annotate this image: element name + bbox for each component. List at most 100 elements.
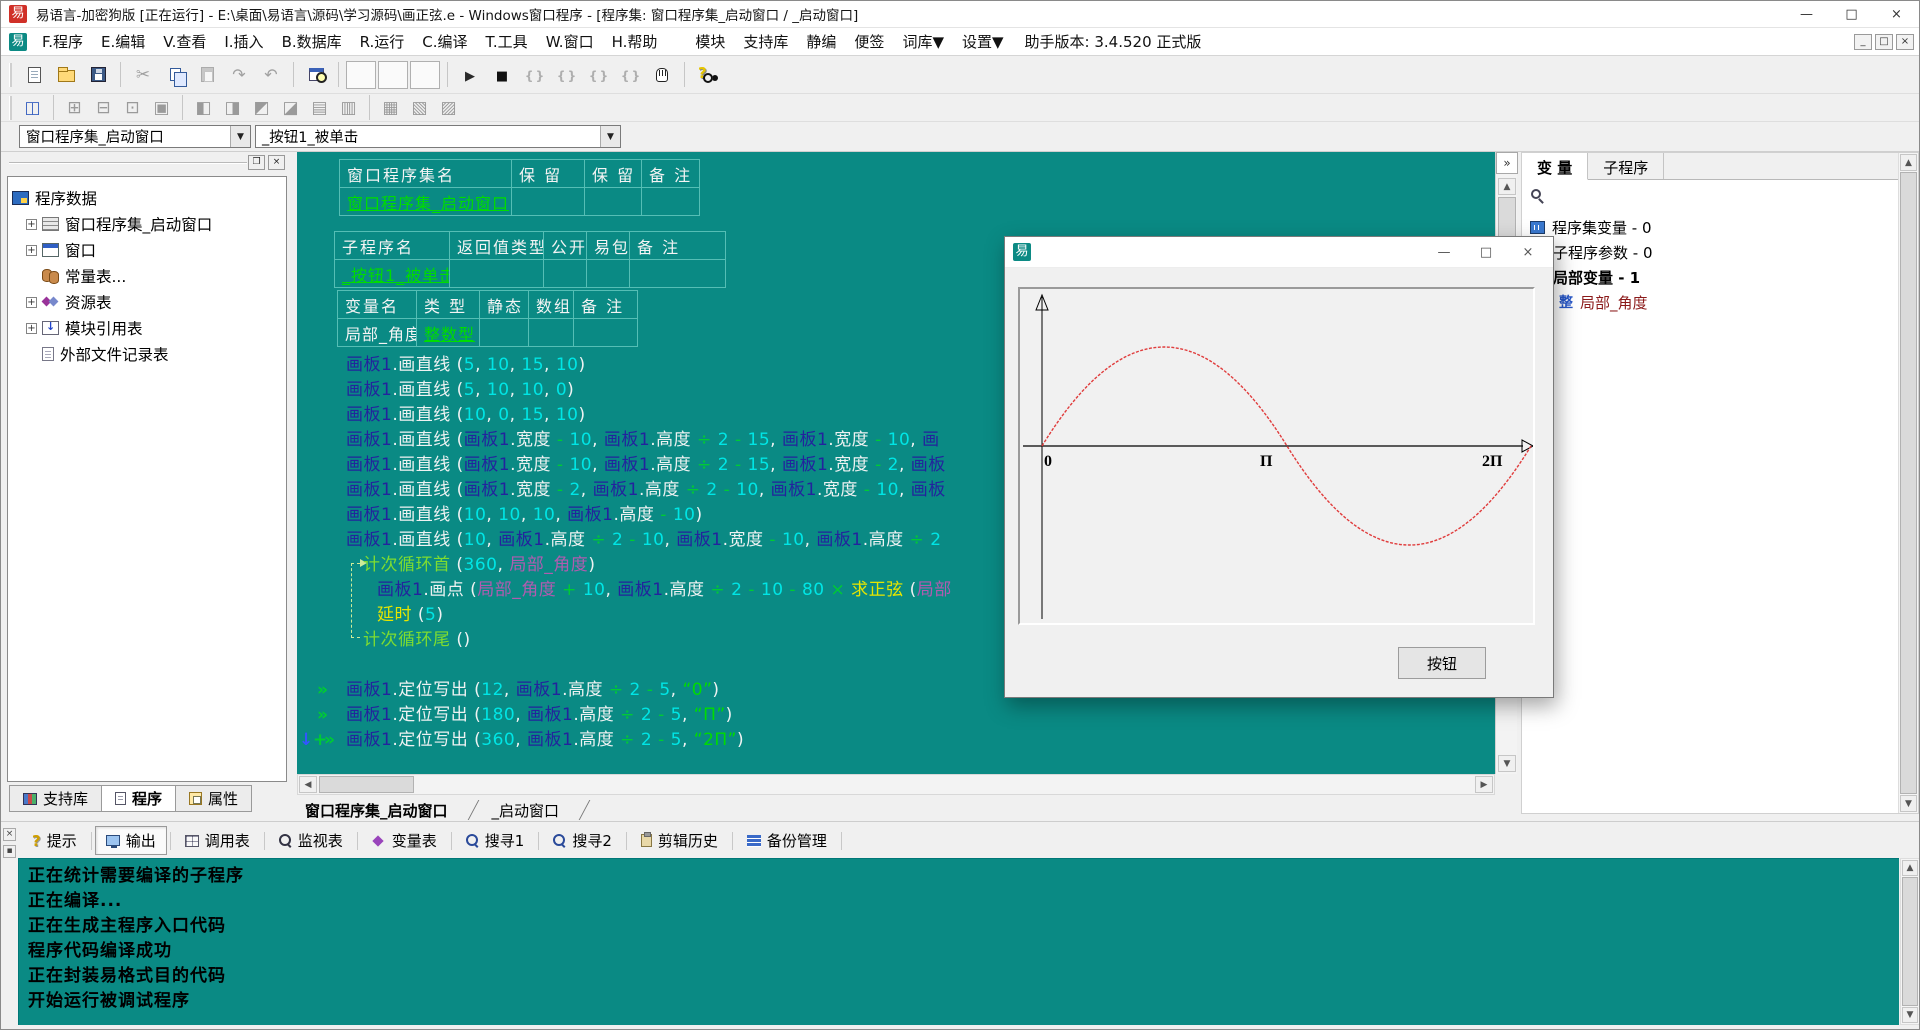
tree-root[interactable]: 程序数据 xyxy=(12,185,282,211)
menu-item-11[interactable]: 支持库 xyxy=(734,31,797,52)
expander-icon[interactable]: + xyxy=(26,297,37,308)
table-cell[interactable] xyxy=(585,188,642,215)
expander-icon[interactable]: + xyxy=(26,245,37,256)
program-data-tree[interactable]: 程序数据+窗口程序集_启动窗口+窗口常量表...+资源表+模块引用表外部文件记录… xyxy=(7,176,287,782)
code-line-10[interactable]: 画板1.画点 (局部_角度 + 10, 画板1.高度 ÷ 2 - 10 - 80… xyxy=(377,579,952,601)
dock-pin-button[interactable]: ▪ xyxy=(3,845,16,858)
table-cell[interactable]: 局部_角度 xyxy=(338,319,417,346)
tree-item-0[interactable]: +窗口程序集_启动窗口 xyxy=(12,211,282,237)
table-cell[interactable] xyxy=(529,319,574,346)
panel-grip[interactable] xyxy=(9,162,247,164)
help-search-button[interactable] xyxy=(692,60,722,90)
menu-item-8[interactable]: W.窗口 xyxy=(537,31,603,52)
mdi-close-button[interactable]: × xyxy=(1896,34,1914,50)
restore-button[interactable]: □ xyxy=(1829,1,1874,28)
chevron-down-icon[interactable]: ▼ xyxy=(230,126,250,147)
right-tab-0[interactable]: 变 量 xyxy=(1522,153,1588,180)
panel-float-button[interactable]: ❒ xyxy=(248,155,265,170)
scroll-down-button[interactable]: ▼ xyxy=(1498,755,1516,772)
toolbar-drag-handle[interactable] xyxy=(9,63,12,87)
table-cell[interactable] xyxy=(512,188,585,215)
layout-left-button[interactable] xyxy=(346,61,376,89)
minimize-button[interactable]: — xyxy=(1784,1,1829,28)
pause-button[interactable] xyxy=(647,60,677,90)
run-button[interactable] xyxy=(455,60,485,90)
scroll-down-button[interactable]: ▼ xyxy=(1900,795,1917,812)
subroutine-combobox[interactable]: _按钮1_被单击 ▼ xyxy=(255,125,621,148)
menu-item-10[interactable]: 模块 xyxy=(686,31,734,52)
code-line-5[interactable]: 画板1.画直线 (画板1.宽度 - 10, 画板1.高度 ÷ 2 - 15, 画… xyxy=(346,454,946,476)
layout-bottom-button[interactable] xyxy=(378,61,408,89)
open-file-button[interactable] xyxy=(51,60,81,90)
right-tab-1[interactable]: 子程序 xyxy=(1588,153,1664,179)
tree-item-1[interactable]: +窗口 xyxy=(12,237,282,263)
code-line-7[interactable]: 画板1.画直线 (10, 10, 10, 画板1.高度 - 10) xyxy=(346,504,703,526)
program-minimize-button[interactable]: — xyxy=(1423,237,1465,268)
left-tab-0[interactable]: 支持库 xyxy=(9,785,102,812)
search-icon[interactable] xyxy=(1531,189,1545,203)
table-cell[interactable] xyxy=(480,319,529,346)
scroll-left-button[interactable]: ◀ xyxy=(299,776,317,793)
table-cell[interactable] xyxy=(630,260,725,287)
scroll-right-button[interactable]: ▶ xyxy=(1475,776,1493,793)
code-line-4[interactable]: 画板1.画直线 (画板1.宽度 - 10, 画板1.高度 ÷ 2 - 15, 画… xyxy=(346,429,940,451)
code-line-9[interactable]: 计次循环首 (360, 局部_角度) xyxy=(363,554,595,576)
menu-item-2[interactable]: V.查看 xyxy=(154,31,215,52)
dock-tab-监视表[interactable]: 监视表 xyxy=(268,826,354,855)
menu-item-12[interactable]: 静编 xyxy=(797,31,845,52)
code-line-13[interactable]: 画板1.定位写出 (12, 画板1.高度 ÷ 2 - 5, “0”) xyxy=(346,679,720,701)
variable-item-0[interactable]: 程序集变量 - 0 xyxy=(1530,215,1894,240)
code-line-6[interactable]: 画板1.画直线 (画板1.宽度 - 2, 画板1.高度 ÷ 2 - 10, 画板… xyxy=(346,479,946,501)
scroll-up-button[interactable]: ▲ xyxy=(1498,178,1516,195)
menu-item-6[interactable]: C.编译 xyxy=(413,31,476,52)
menu-item-14[interactable]: 词库▼ xyxy=(893,31,953,52)
window-assembly-combobox[interactable]: 窗口程序集_启动窗口 ▼ xyxy=(19,125,251,148)
running-program-window[interactable]: 易 —□× 0 Π 2Π 按钮 xyxy=(1004,236,1554,698)
table-cell[interactable]: 整数型 xyxy=(417,319,480,346)
tree-item-2[interactable]: 常量表... xyxy=(12,263,282,289)
mdi-restore-button[interactable]: □ xyxy=(1875,34,1893,50)
stop-button[interactable] xyxy=(487,60,517,90)
dock-tab-备份管理[interactable]: 备份管理 xyxy=(736,826,838,855)
mdi-minimize-button[interactable]: _ xyxy=(1854,34,1872,50)
dock-tab-搜寻2[interactable]: 搜寻2 xyxy=(542,826,623,855)
table-cell[interactable] xyxy=(544,260,587,287)
output-scrollbar[interactable]: ▲ ▼ xyxy=(1900,858,1920,1025)
table-cell[interactable]: 窗口程序集_启动窗口 xyxy=(340,188,512,215)
menu-item-4[interactable]: B.数据库 xyxy=(273,31,351,52)
compiler-output[interactable]: 正在统计需要编译的子程序正在编译...正在生成主程序入口代码程序代码编译成功正在… xyxy=(18,858,1899,1025)
close-button[interactable]: × xyxy=(1874,1,1919,28)
program-button[interactable]: 按钮 xyxy=(1398,647,1486,679)
expander-icon[interactable]: + xyxy=(26,323,37,334)
edit-window-button[interactable]: ◫ xyxy=(19,96,46,120)
scroll-down-button[interactable]: ▼ xyxy=(1902,1007,1918,1023)
editor-horizontal-scrollbar[interactable]: ◀ ▶ xyxy=(297,774,1495,795)
new-file-button[interactable] xyxy=(19,60,49,90)
tree-item-3[interactable]: +资源表 xyxy=(12,289,282,315)
table-cell[interactable] xyxy=(574,319,637,346)
variable-item-1[interactable]: 子程序参数 - 0 xyxy=(1530,240,1894,265)
program-window-title-bar[interactable]: 易 —□× xyxy=(1005,237,1553,268)
menu-item-5[interactable]: R.运行 xyxy=(351,31,414,52)
table-cell[interactable] xyxy=(587,260,630,287)
table-cell[interactable]: _按钮1_被单击 xyxy=(335,260,450,287)
expander-icon[interactable]: + xyxy=(26,219,37,230)
code-line-12[interactable]: 计次循环尾 () xyxy=(363,629,471,651)
menu-item-1[interactable]: E.编辑 xyxy=(92,31,154,52)
code-line-1[interactable]: 画板1.画直线 (5, 10, 15, 10) xyxy=(346,354,586,376)
tree-item-4[interactable]: +模块引用表 xyxy=(12,315,282,341)
dock-tab-变量表[interactable]: 变量表 xyxy=(361,826,448,855)
code-line-14[interactable]: 画板1.定位写出 (180, 画板1.高度 ÷ 2 - 5, “Π”) xyxy=(346,704,733,726)
left-tab-2[interactable]: 属性 xyxy=(175,785,252,812)
left-tab-1[interactable]: 程序 xyxy=(101,785,176,812)
code-line-15[interactable]: 画板1.定位写出 (360, 画板1.高度 ÷ 2 - 5, “2Π”) xyxy=(346,729,744,751)
table-cell[interactable] xyxy=(642,188,699,215)
menu-item-13[interactable]: 便签 xyxy=(845,31,893,52)
code-line-8[interactable]: 画板1.画直线 (10, 画板1.高度 ÷ 2 - 10, 画板1.宽度 - 1… xyxy=(346,529,942,551)
variable-item-3[interactable]: 整局部_角度 xyxy=(1530,290,1894,315)
find-button[interactable] xyxy=(301,60,331,90)
table-cell[interactable] xyxy=(450,260,544,287)
scroll-thumb[interactable] xyxy=(1902,877,1918,1006)
code-line-11[interactable]: 延时 (5) xyxy=(377,604,444,626)
code-line-2[interactable]: 画板1.画直线 (5, 10, 10, 0) xyxy=(346,379,574,401)
